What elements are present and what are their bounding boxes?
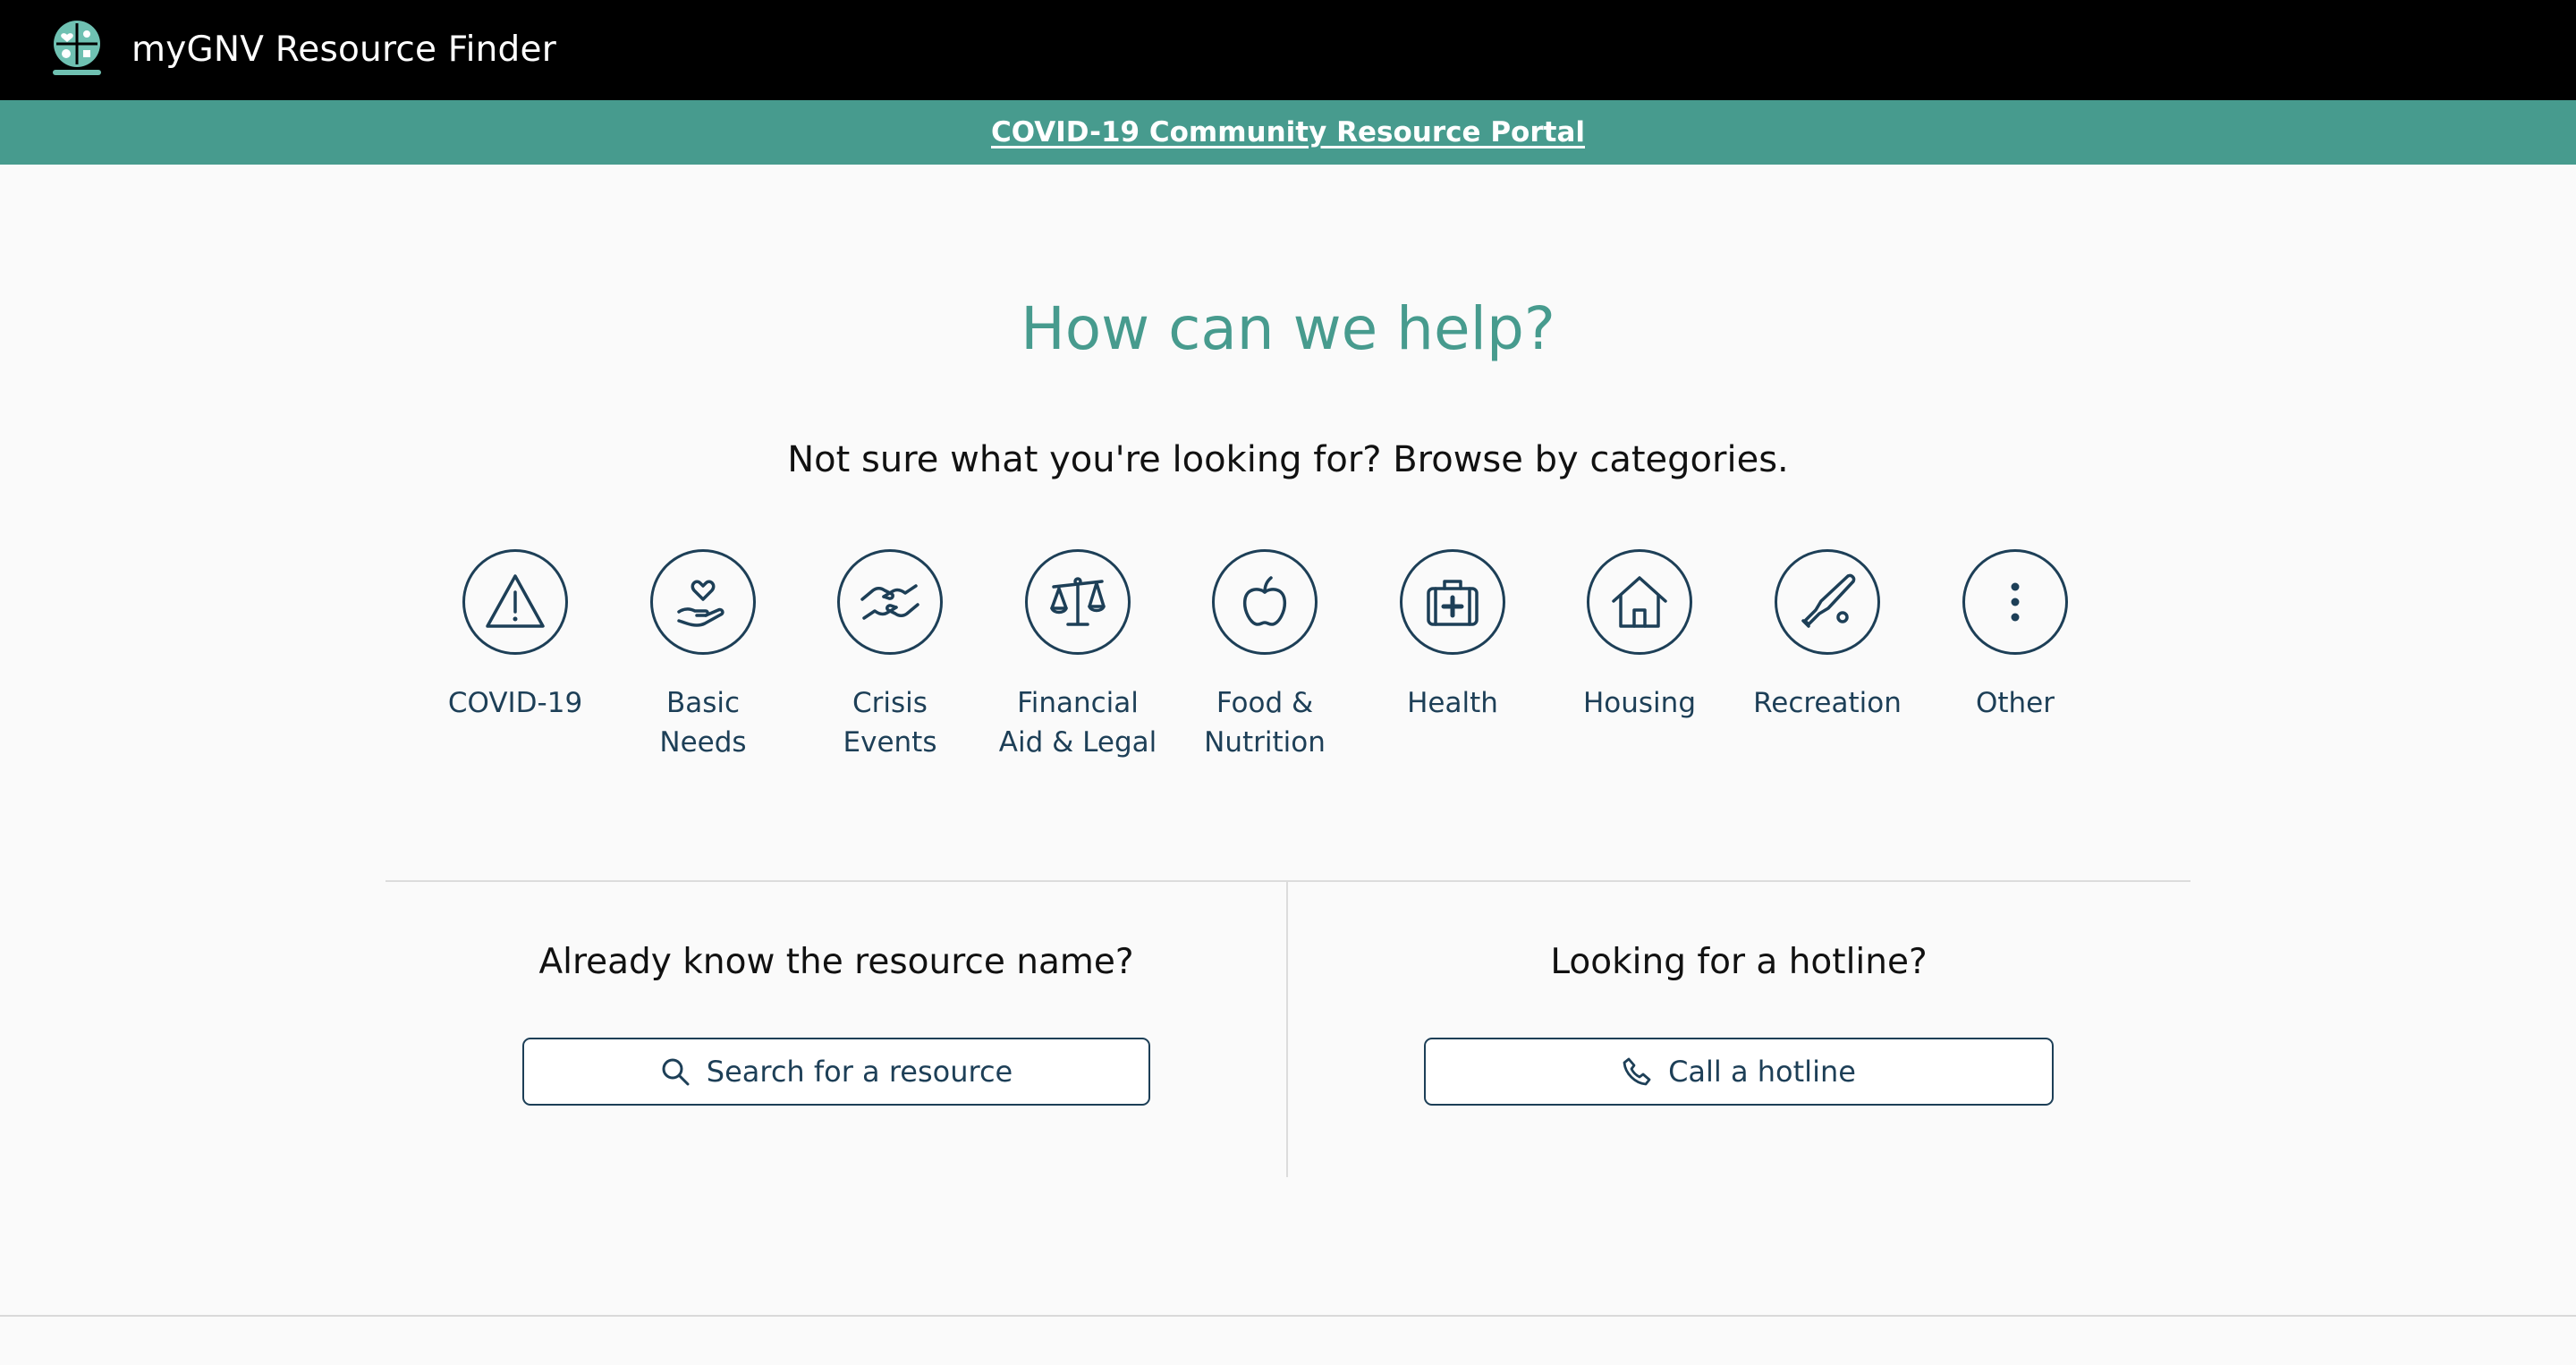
call-hotline-button[interactable]: Call a hotline [1424, 1038, 2054, 1106]
category-icon-circle [1025, 549, 1131, 655]
category-label: Other [1975, 687, 2055, 719]
category-label: Housing [1582, 687, 1696, 719]
category-recreation[interactable]: Recreation [1738, 549, 1917, 723]
category-icon-circle [1212, 549, 1318, 655]
category-label: Basic Needs [659, 687, 747, 759]
category-label: Food & Nutrition [1204, 687, 1326, 759]
first-aid-kit-icon [1427, 580, 1479, 626]
category-covid-19[interactable]: COVID-19 [426, 549, 605, 723]
category-icon-circle [462, 549, 568, 655]
helping-hands-icon [860, 584, 919, 620]
page-subline: Not sure what you're looking for? Browse… [787, 439, 1789, 480]
category-food-nutrition[interactable]: Food & Nutrition [1175, 549, 1354, 762]
app-title[interactable]: myGNV Resource Finder [131, 0, 556, 100]
section-divider [386, 880, 2190, 882]
covid-banner: COVID-19 Community Resource Portal [0, 100, 2576, 165]
warning-icon [486, 574, 545, 628]
house-icon [1612, 576, 1667, 628]
phone-icon [1623, 1057, 1651, 1086]
footer-divider [0, 1315, 2576, 1317]
covid-portal-link[interactable]: COVID-19 Community Resource Portal [991, 116, 1585, 148]
category-label: COVID-19 [447, 687, 583, 719]
category-label: Crisis Events [843, 687, 937, 759]
category-health[interactable]: Health [1363, 549, 1542, 723]
baseball-bat-icon [1801, 573, 1856, 628]
category-label: Recreation [1753, 687, 1902, 719]
category-icon-circle [837, 549, 943, 655]
page-headline: How can we help? [1021, 294, 1555, 363]
call-hotline-button-label: Call a hotline [1668, 1055, 1856, 1089]
search-resource-button-label: Search for a resource [706, 1055, 1013, 1089]
category-label: Financial Aid & Legal [998, 687, 1157, 759]
category-housing[interactable]: Housing [1550, 549, 1729, 723]
scales-icon [1050, 577, 1106, 626]
hotline-panel-title: Looking for a hotline? [1550, 942, 1928, 982]
category-basic-needs[interactable]: Basic Needs [614, 549, 792, 762]
search-panel-title: Already know the resource name? [538, 942, 1134, 982]
more-vertical-icon [2011, 582, 2020, 622]
top-navbar: myGNV Resource Finder [0, 0, 2576, 100]
category-financial-aid-legal[interactable]: Financial Aid & Legal [988, 549, 1167, 762]
category-icon-circle [1587, 549, 1692, 655]
heart-hand-icon [677, 580, 724, 627]
category-crisis-events[interactable]: Crisis Events [801, 549, 979, 762]
category-icon-circle [1962, 549, 2068, 655]
category-icon-circle [1775, 549, 1880, 655]
category-label: Health [1407, 687, 1498, 719]
search-resource-button[interactable]: Search for a resource [522, 1038, 1150, 1106]
search-icon [662, 1058, 690, 1086]
mygnv-logo-icon[interactable] [50, 20, 104, 77]
apple-icon [1242, 576, 1287, 626]
category-icon-circle [650, 549, 756, 655]
category-icon-circle [1400, 549, 1505, 655]
category-other[interactable]: Other [1926, 549, 2105, 723]
panel-divider [1286, 882, 1288, 1177]
